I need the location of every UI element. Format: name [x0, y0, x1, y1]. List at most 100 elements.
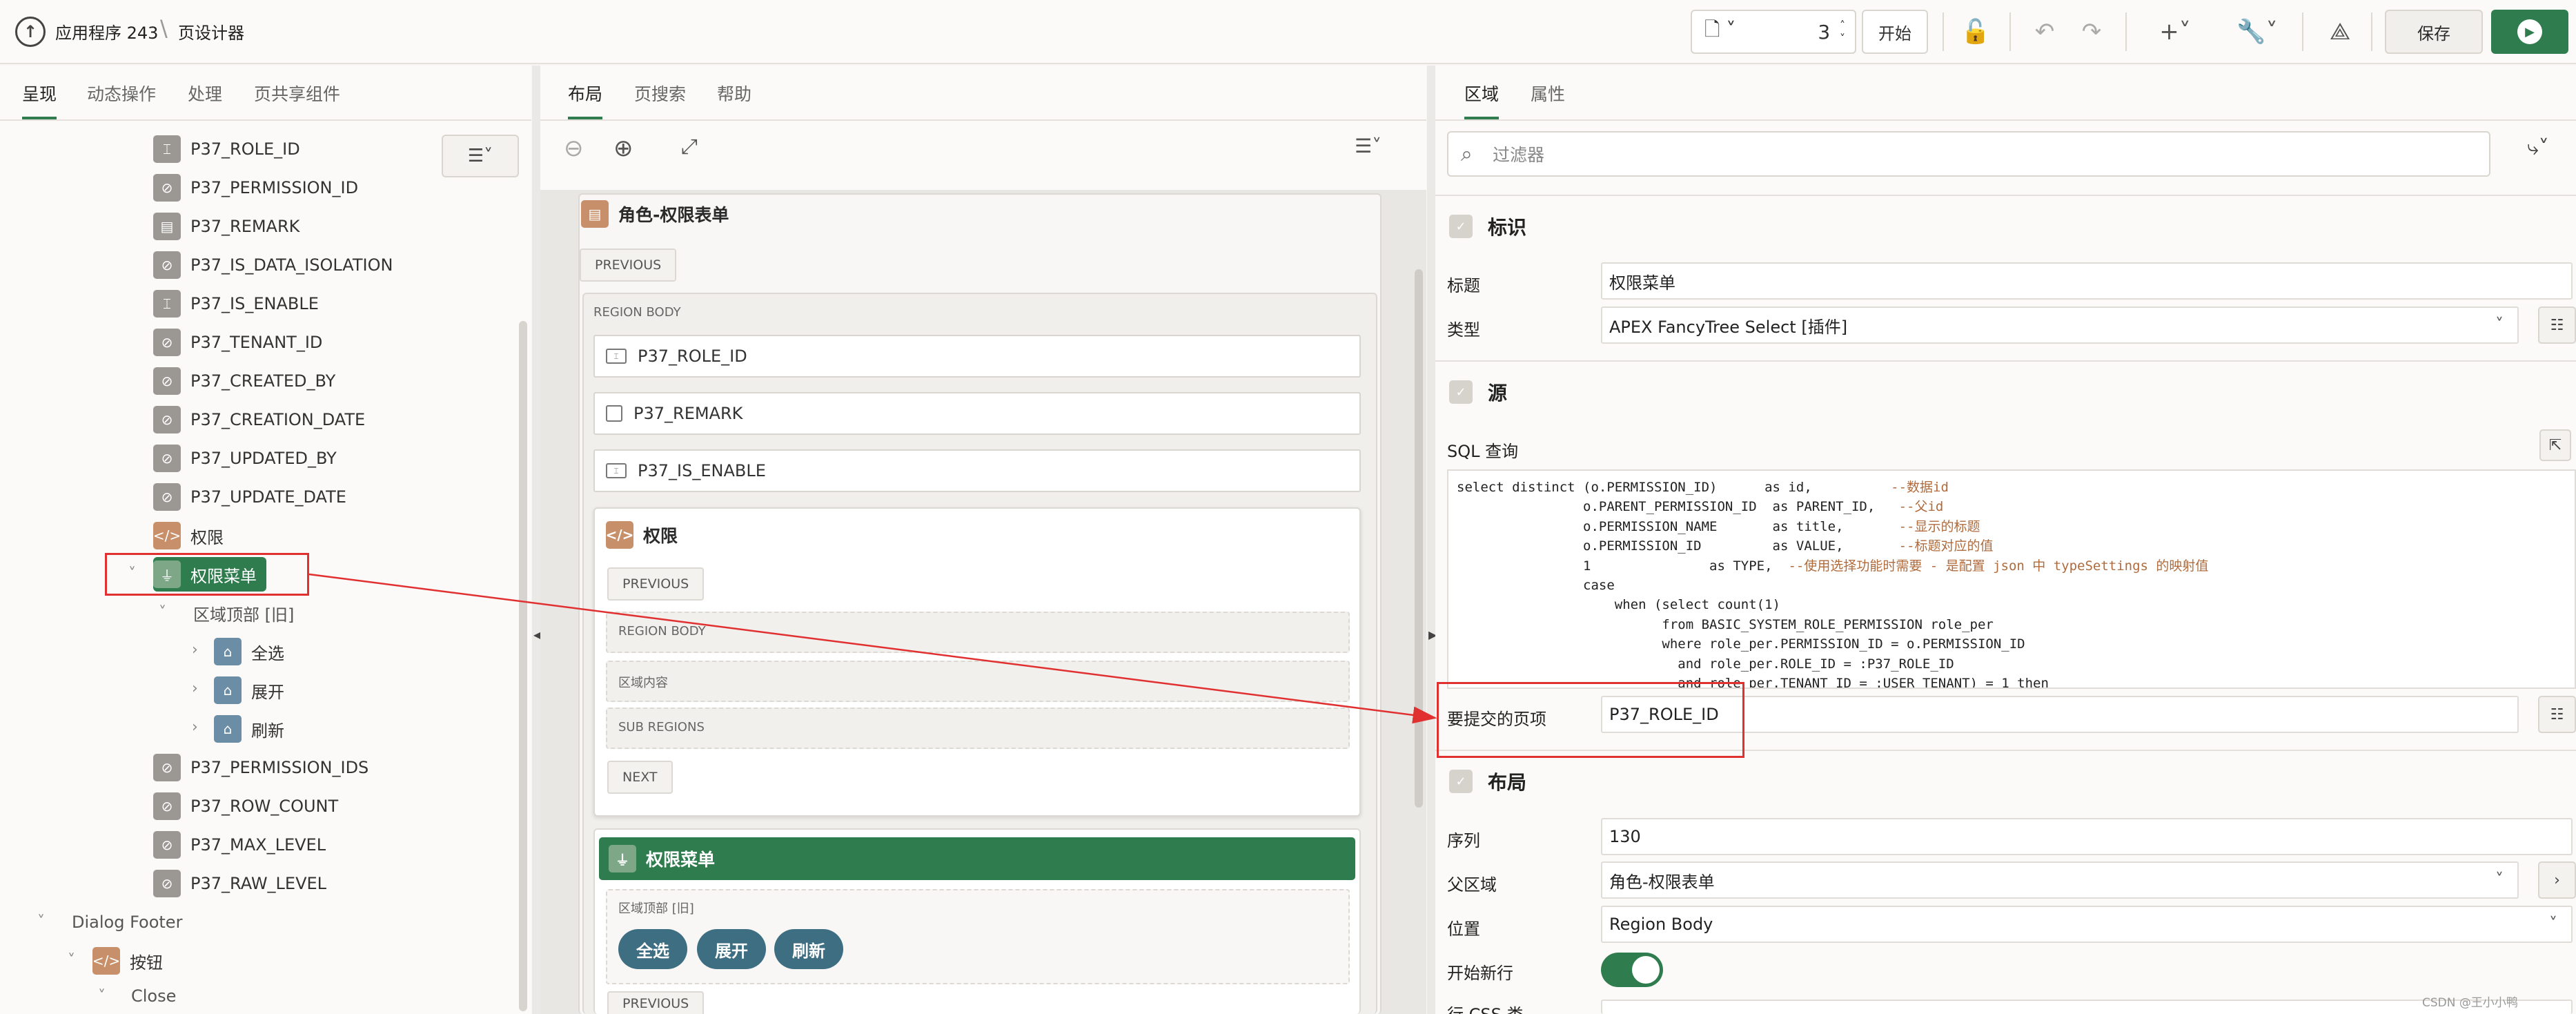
tab-attributes[interactable]: 属性: [1531, 81, 1565, 119]
section-source[interactable]: ✓ 源: [1435, 360, 2576, 422]
tree-item-p37-max-level[interactable]: ⊘ P37_MAX_LEVEL: [153, 828, 326, 862]
tree-item-p37-role-id[interactable]: ⌶ P37_ROLE_ID: [153, 132, 300, 166]
sql-query-editor[interactable]: select distinct (o.PERMISSION_ID) as id,…: [1447, 469, 2576, 689]
section-identification[interactable]: ✓ 标识: [1435, 195, 2576, 257]
tab-dynamic-actions[interactable]: 动态操作: [87, 81, 156, 119]
layout-menu-icon[interactable]: ☰˅: [1355, 135, 1382, 157]
tree-item-p37-permission-ids[interactable]: ⊘ P37_PERMISSION_IDS: [153, 750, 368, 785]
tab-shared-components[interactable]: 页共享组件: [254, 81, 340, 119]
tree-item-p37-created-by[interactable]: ⊘ P37_CREATED_BY: [153, 364, 335, 398]
tab-layout[interactable]: 布局: [568, 81, 603, 119]
wrench-menu-icon[interactable]: 🔧˅: [2226, 15, 2288, 48]
menu-previous-slot[interactable]: PREVIOUS: [607, 991, 705, 1014]
go-button[interactable]: 开始: [1862, 10, 1928, 54]
sql-line[interactable]: and role_per.ROLE_ID = :P37_ROLE_ID: [1457, 656, 1954, 672]
sequence-input[interactable]: 130: [1601, 818, 2573, 855]
chevron-right-icon[interactable]: ›: [192, 680, 198, 697]
save-button[interactable]: 保存: [2385, 10, 2483, 54]
parent-region-select[interactable]: 角色-权限表单 ˅: [1601, 861, 2519, 899]
up-arrow-icon[interactable]: ↑: [15, 17, 46, 47]
shared-components-icon[interactable]: ⟁: [2323, 15, 2357, 48]
chevron-right-icon[interactable]: ›: [192, 719, 198, 736]
collapse-icon[interactable]: ✓: [1449, 380, 1473, 404]
sql-line[interactable]: from BASIC_SYSTEM_ROLE_PERMISSION role_p…: [1457, 617, 1993, 632]
tree-item-p37-is-data-isolation[interactable]: ⊘ P37_IS_DATA_ISOLATION: [153, 248, 393, 282]
left-scrollbar[interactable]: [519, 321, 527, 1011]
tree-item-permission-region[interactable]: </> 权限: [153, 518, 224, 553]
sub-next-slot[interactable]: NEXT: [607, 761, 673, 794]
zoom-out-icon[interactable]: ⊖: [564, 135, 584, 162]
go-to-group-icon[interactable]: ⤷˅: [2527, 136, 2549, 160]
field-p37-is-enable[interactable]: ⌶ P37_IS_ENABLE: [593, 449, 1361, 492]
sql-line[interactable]: when (select count(1): [1457, 597, 1780, 612]
chevron-down-icon[interactable]: ˅: [1840, 32, 1845, 45]
chevron-up-icon[interactable]: ˄: [1840, 19, 1845, 32]
tree-item-button-refresh[interactable]: ⌂ 刷新: [214, 712, 284, 746]
sql-line[interactable]: 1 as TYPE, --使用选择功能时需要 - 是配置 json 中 type…: [1457, 558, 2208, 574]
tree-item-button-select-all[interactable]: ⌂ 全选: [214, 634, 284, 669]
sql-line[interactable]: o.PERMISSION_ID as VALUE, --标题对应的值: [1457, 538, 1993, 554]
field-p37-role-id[interactable]: ⌶ P37_ROLE_ID: [593, 335, 1361, 378]
layout-scrollbar[interactable]: [1415, 269, 1423, 808]
tree-item-p37-is-enable[interactable]: ⌶ P37_IS_ENABLE: [153, 286, 319, 321]
menu-region-header[interactable]: ⏚ 权限菜单: [599, 837, 1355, 880]
tab-region[interactable]: 区域: [1464, 81, 1500, 119]
filter-input[interactable]: ⌕ 过滤器: [1447, 131, 2490, 177]
sql-line[interactable]: o.PARENT_PERMISSION_ID as PARENT_ID, --父…: [1457, 499, 1943, 514]
tree-item-p37-tenant-id[interactable]: ⊘ P37_TENANT_ID: [153, 325, 322, 360]
left-splitter[interactable]: ◀: [532, 66, 542, 1014]
undo-icon[interactable]: ↶: [2027, 15, 2062, 48]
previous-slot[interactable]: PREVIOUS: [580, 248, 677, 282]
tree-item-close[interactable]: Close: [131, 982, 176, 1010]
add-menu-icon[interactable]: +˅: [2150, 15, 2200, 48]
title-input[interactable]: 权限菜单: [1601, 262, 2573, 300]
tree-item-p37-permission-id[interactable]: ⊘ P37_PERMISSION_ID: [153, 170, 358, 205]
position-select[interactable]: Region Body ˅: [1601, 906, 2573, 943]
tab-help[interactable]: 帮助: [717, 81, 751, 119]
tree-item-p37-updated-by[interactable]: ⊘ P37_UPDATED_BY: [153, 441, 337, 476]
sql-line[interactable]: case: [1457, 578, 1615, 593]
redo-icon[interactable]: ↷: [2074, 15, 2109, 48]
select-all-button[interactable]: 全选: [618, 929, 687, 969]
parent-region-goto-button[interactable]: ›: [2538, 861, 2576, 899]
field-p37-remark[interactable]: P37_REMARK: [593, 392, 1361, 435]
sql-line[interactable]: select distinct (o.PERMISSION_ID) as id,…: [1457, 480, 1949, 495]
type-list-button[interactable]: ☷: [2538, 306, 2576, 344]
sql-code[interactable]: select distinct (o.PERMISSION_ID) as id,…: [1448, 471, 2575, 688]
sub-region-body[interactable]: [606, 612, 1350, 653]
lock-icon[interactable]: 🔓: [1958, 15, 1993, 48]
tree-item-p37-update-date[interactable]: ⊘ P37_UPDATE_DATE: [153, 480, 346, 514]
chevron-down-icon[interactable]: ˅: [37, 913, 45, 930]
chevron-right-icon[interactable]: ›: [192, 641, 198, 659]
type-select[interactable]: APEX FancyTree Select [插件] ˅: [1601, 306, 2519, 344]
tree-item-p37-creation-date[interactable]: ⊘ P37_CREATION_DATE: [153, 402, 365, 437]
tree-item-buttons-group[interactable]: </> 按钮: [92, 944, 163, 978]
section-layout[interactable]: ✓ 布局: [1435, 750, 2576, 812]
tree-item-p37-row-count[interactable]: ⊘ P37_ROW_COUNT: [153, 789, 338, 823]
expand-icon[interactable]: ⤢: [681, 135, 698, 159]
sub-region-content[interactable]: [606, 661, 1350, 702]
tab-processing[interactable]: 处理: [188, 81, 222, 119]
chevron-down-icon[interactable]: ˅: [159, 604, 166, 621]
right-splitter[interactable]: ▶: [1427, 66, 1437, 1014]
sub-previous-slot[interactable]: PREVIOUS: [607, 567, 705, 601]
tab-rendering[interactable]: 呈现: [22, 81, 57, 119]
expand-button[interactable]: 展开: [697, 929, 766, 969]
tree-item-button-expand[interactable]: ⌂ 展开: [214, 673, 284, 708]
zoom-in-icon[interactable]: ⊕: [613, 135, 633, 162]
collapse-icon[interactable]: ✓: [1449, 770, 1473, 793]
start-new-row-toggle[interactable]: [1601, 953, 1663, 987]
tree-item-p37-remark[interactable]: ▤ P37_REMARK: [153, 209, 299, 244]
page-stepper[interactable]: ˄ ˅: [1830, 10, 1856, 54]
sql-line[interactable]: where role_per.PERMISSION_ID = o.PERMISS…: [1457, 636, 2025, 652]
collapse-icon[interactable]: ✓: [1449, 215, 1473, 238]
chevron-down-icon[interactable]: ˅: [98, 988, 106, 1005]
chevron-down-icon[interactable]: ˅: [68, 952, 75, 969]
run-button[interactable]: ▶: [2491, 10, 2568, 54]
tree-item-dialog-footer[interactable]: Dialog Footer: [72, 905, 182, 939]
sql-expand-button[interactable]: ⇱: [2539, 429, 2571, 461]
items-to-submit-list-button[interactable]: ☷: [2538, 696, 2576, 733]
refresh-button[interactable]: 刷新: [774, 929, 843, 969]
tree-item-p37-raw-level[interactable]: ⊘ P37_RAW_LEVEL: [153, 866, 326, 901]
tree-item-region-top[interactable]: 区域顶部 [旧]: [193, 596, 294, 630]
